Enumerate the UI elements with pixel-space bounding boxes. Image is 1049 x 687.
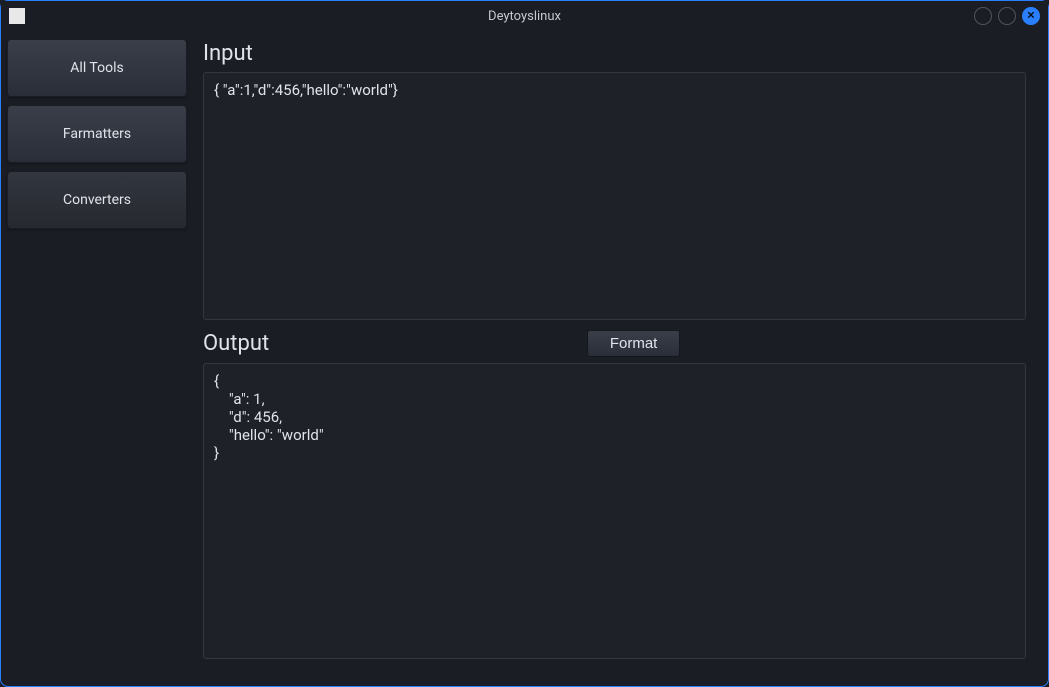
sidebar-item-all-tools[interactable]: All Tools — [7, 39, 187, 97]
titlebar: Deytoyslinux — [1, 1, 1048, 31]
maximize-button[interactable] — [998, 7, 1016, 25]
output-textarea[interactable]: { "a": 1, "d": 456, "hello": "world" } — [203, 363, 1026, 659]
app-icon — [9, 8, 25, 24]
output-header: Output Format — [203, 330, 1026, 357]
minimize-button[interactable] — [974, 7, 992, 25]
sidebar: All Tools Farmatters Converters — [7, 35, 187, 680]
content-area: All Tools Farmatters Converters Input { … — [1, 31, 1048, 686]
main-panel: Input { "a":1,"d":456,"hello":"world"} O… — [195, 35, 1042, 680]
window-title: Deytoyslinux — [488, 9, 561, 24]
output-label: Output — [203, 331, 269, 356]
sidebar-item-converters[interactable]: Converters — [7, 171, 187, 229]
sidebar-item-farmatters[interactable]: Farmatters — [7, 105, 187, 163]
input-label: Input — [203, 41, 1026, 66]
window-controls — [974, 7, 1040, 25]
format-button[interactable]: Format — [587, 330, 681, 357]
input-textarea[interactable]: { "a":1,"d":456,"hello":"world"} — [203, 72, 1026, 320]
close-button[interactable] — [1022, 7, 1040, 25]
